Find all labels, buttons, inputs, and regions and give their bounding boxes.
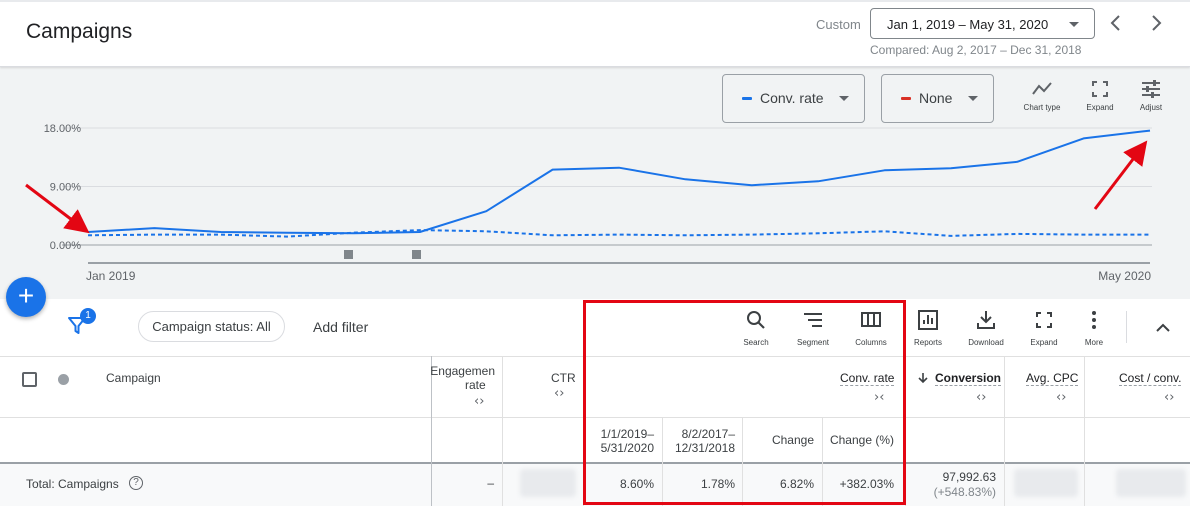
page-title: Campaigns <box>26 20 133 43</box>
download-label: Download <box>968 338 1004 347</box>
next-period-button[interactable] <box>1144 11 1168 35</box>
add-filter-button[interactable]: Add filter <box>313 319 368 335</box>
date-mode-label: Custom <box>816 17 861 32</box>
chart-type-icon <box>1032 82 1052 95</box>
arrow-down-sort-icon <box>918 373 928 384</box>
annotation-marker <box>412 250 421 259</box>
conversion-column-header[interactable]: Conversion <box>935 371 1002 386</box>
metric1-dropdown[interactable]: Conv. rate <box>722 74 865 123</box>
compared-range-text: Compared: Aug 2, 2017 – Dec 31, 2018 <box>870 43 1082 57</box>
more-vert-icon <box>1092 311 1096 329</box>
total-conversions: 97,992.63 <box>942 470 996 484</box>
campaign-status-filter-chip[interactable]: Campaign status: All <box>138 311 285 342</box>
x-end-label: May 2020 <box>1098 269 1151 283</box>
column-divider <box>1004 356 1005 506</box>
chevron-down-icon <box>968 96 978 101</box>
chart-type-button[interactable]: Chart type <box>1016 79 1068 123</box>
blurred-cost-per-conv-value <box>1116 469 1186 497</box>
y-tick-label: 18.00% <box>44 123 82 135</box>
more-label: More <box>1084 338 1104 347</box>
comparison-series-line <box>87 229 1150 238</box>
conv-rate-series-line <box>87 129 1151 235</box>
expand-icon <box>1036 312 1052 328</box>
reports-label: Reports <box>913 338 942 347</box>
annotation-marker <box>344 250 353 259</box>
status-dot-icon <box>58 374 69 385</box>
resize-column-icon[interactable]: ‹› <box>554 386 564 401</box>
chevron-left-icon <box>1110 15 1120 31</box>
y-tick-label: 9.00% <box>50 182 81 194</box>
reports-button[interactable]: Reports <box>903 309 953 347</box>
chart-expand-button[interactable]: Expand <box>1074 79 1126 123</box>
blurred-ctr-value <box>520 469 576 497</box>
chart-expand-label: Expand <box>1086 103 1114 112</box>
metric1-swatch <box>742 97 752 100</box>
avg-cpc-column-header[interactable]: Avg. CPC <box>1026 371 1079 386</box>
download-icon <box>977 311 995 329</box>
previous-period-button[interactable] <box>1104 11 1128 35</box>
table-expand-label: Expand <box>1030 338 1058 347</box>
blurred-avg-cpc-value <box>1014 469 1078 497</box>
download-button[interactable]: Download <box>961 309 1011 347</box>
expand-icon <box>1092 81 1108 97</box>
chevron-right-icon <box>1152 15 1162 31</box>
chart-adjust-label: Adjust <box>1139 103 1163 112</box>
campaign-column-header[interactable]: Campaign <box>106 371 161 385</box>
plus-icon: + <box>17 280 35 311</box>
chevron-down-icon <box>839 96 849 101</box>
create-button[interactable]: + <box>6 277 46 317</box>
filter-count-badge: 1 <box>80 308 96 324</box>
metric2-swatch <box>901 97 911 100</box>
engagement-header-line1[interactable]: Engagemen <box>429 364 495 378</box>
more-button[interactable]: More <box>1069 309 1119 347</box>
total-engagement-rate: – <box>487 476 494 490</box>
column-divider <box>502 356 503 506</box>
chevron-down-icon <box>1069 22 1079 27</box>
collapse-chevron-up-icon[interactable] <box>1152 317 1174 339</box>
cost-per-conv-column-header[interactable]: Cost / conv. <box>1119 371 1182 386</box>
ctr-column-header[interactable]: CTR <box>551 371 576 385</box>
date-range-value: Jan 1, 2019 – May 31, 2020 <box>887 17 1049 32</box>
total-row-label: Total: Campaigns <box>26 477 119 491</box>
resize-column-icon[interactable]: ‹› <box>1056 390 1066 405</box>
date-range-dropdown[interactable]: Jan 1, 2019 – May 31, 2020 <box>870 8 1095 39</box>
x-start-label: Jan 2019 <box>86 269 136 283</box>
frozen-column-divider <box>431 356 432 506</box>
line-chart: 18.00% 9.00% 0.00% Jan 2019 May 2020 <box>44 123 1152 283</box>
resize-column-icon[interactable]: ‹› <box>976 390 986 405</box>
help-icon[interactable]: ? <box>129 476 143 490</box>
engagement-header-line2[interactable]: rate <box>465 378 495 392</box>
select-all-checkbox[interactable] <box>22 372 37 387</box>
resize-column-icon[interactable]: ‹› <box>474 394 484 409</box>
y-tick-label: 0.00% <box>50 240 81 252</box>
total-conversions-change: (+548.83%) <box>933 485 996 499</box>
performance-chart-panel: 18.00% 9.00% 0.00% Jan 2019 May 2020 Conv. r… <box>0 67 1190 299</box>
chart-adjust-button[interactable]: Adjust <box>1125 79 1177 123</box>
page-header: Campaigns Custom Jan 1, 2019 – May 31, 2… <box>0 0 1190 67</box>
table-expand-button[interactable]: Expand <box>1019 309 1069 347</box>
toolbar-divider <box>1126 311 1127 343</box>
metric2-dropdown[interactable]: None <box>881 74 994 123</box>
metric1-label: Conv. rate <box>760 90 824 106</box>
metric2-label: None <box>919 90 953 106</box>
chart-type-label: Chart type <box>1023 103 1061 112</box>
adjust-icon <box>1142 80 1160 98</box>
header-top-border <box>0 0 1190 2</box>
resize-column-icon[interactable]: ‹› <box>1164 390 1174 405</box>
reports-icon <box>918 310 938 330</box>
highlight-box <box>583 300 906 505</box>
column-divider <box>1084 356 1085 506</box>
